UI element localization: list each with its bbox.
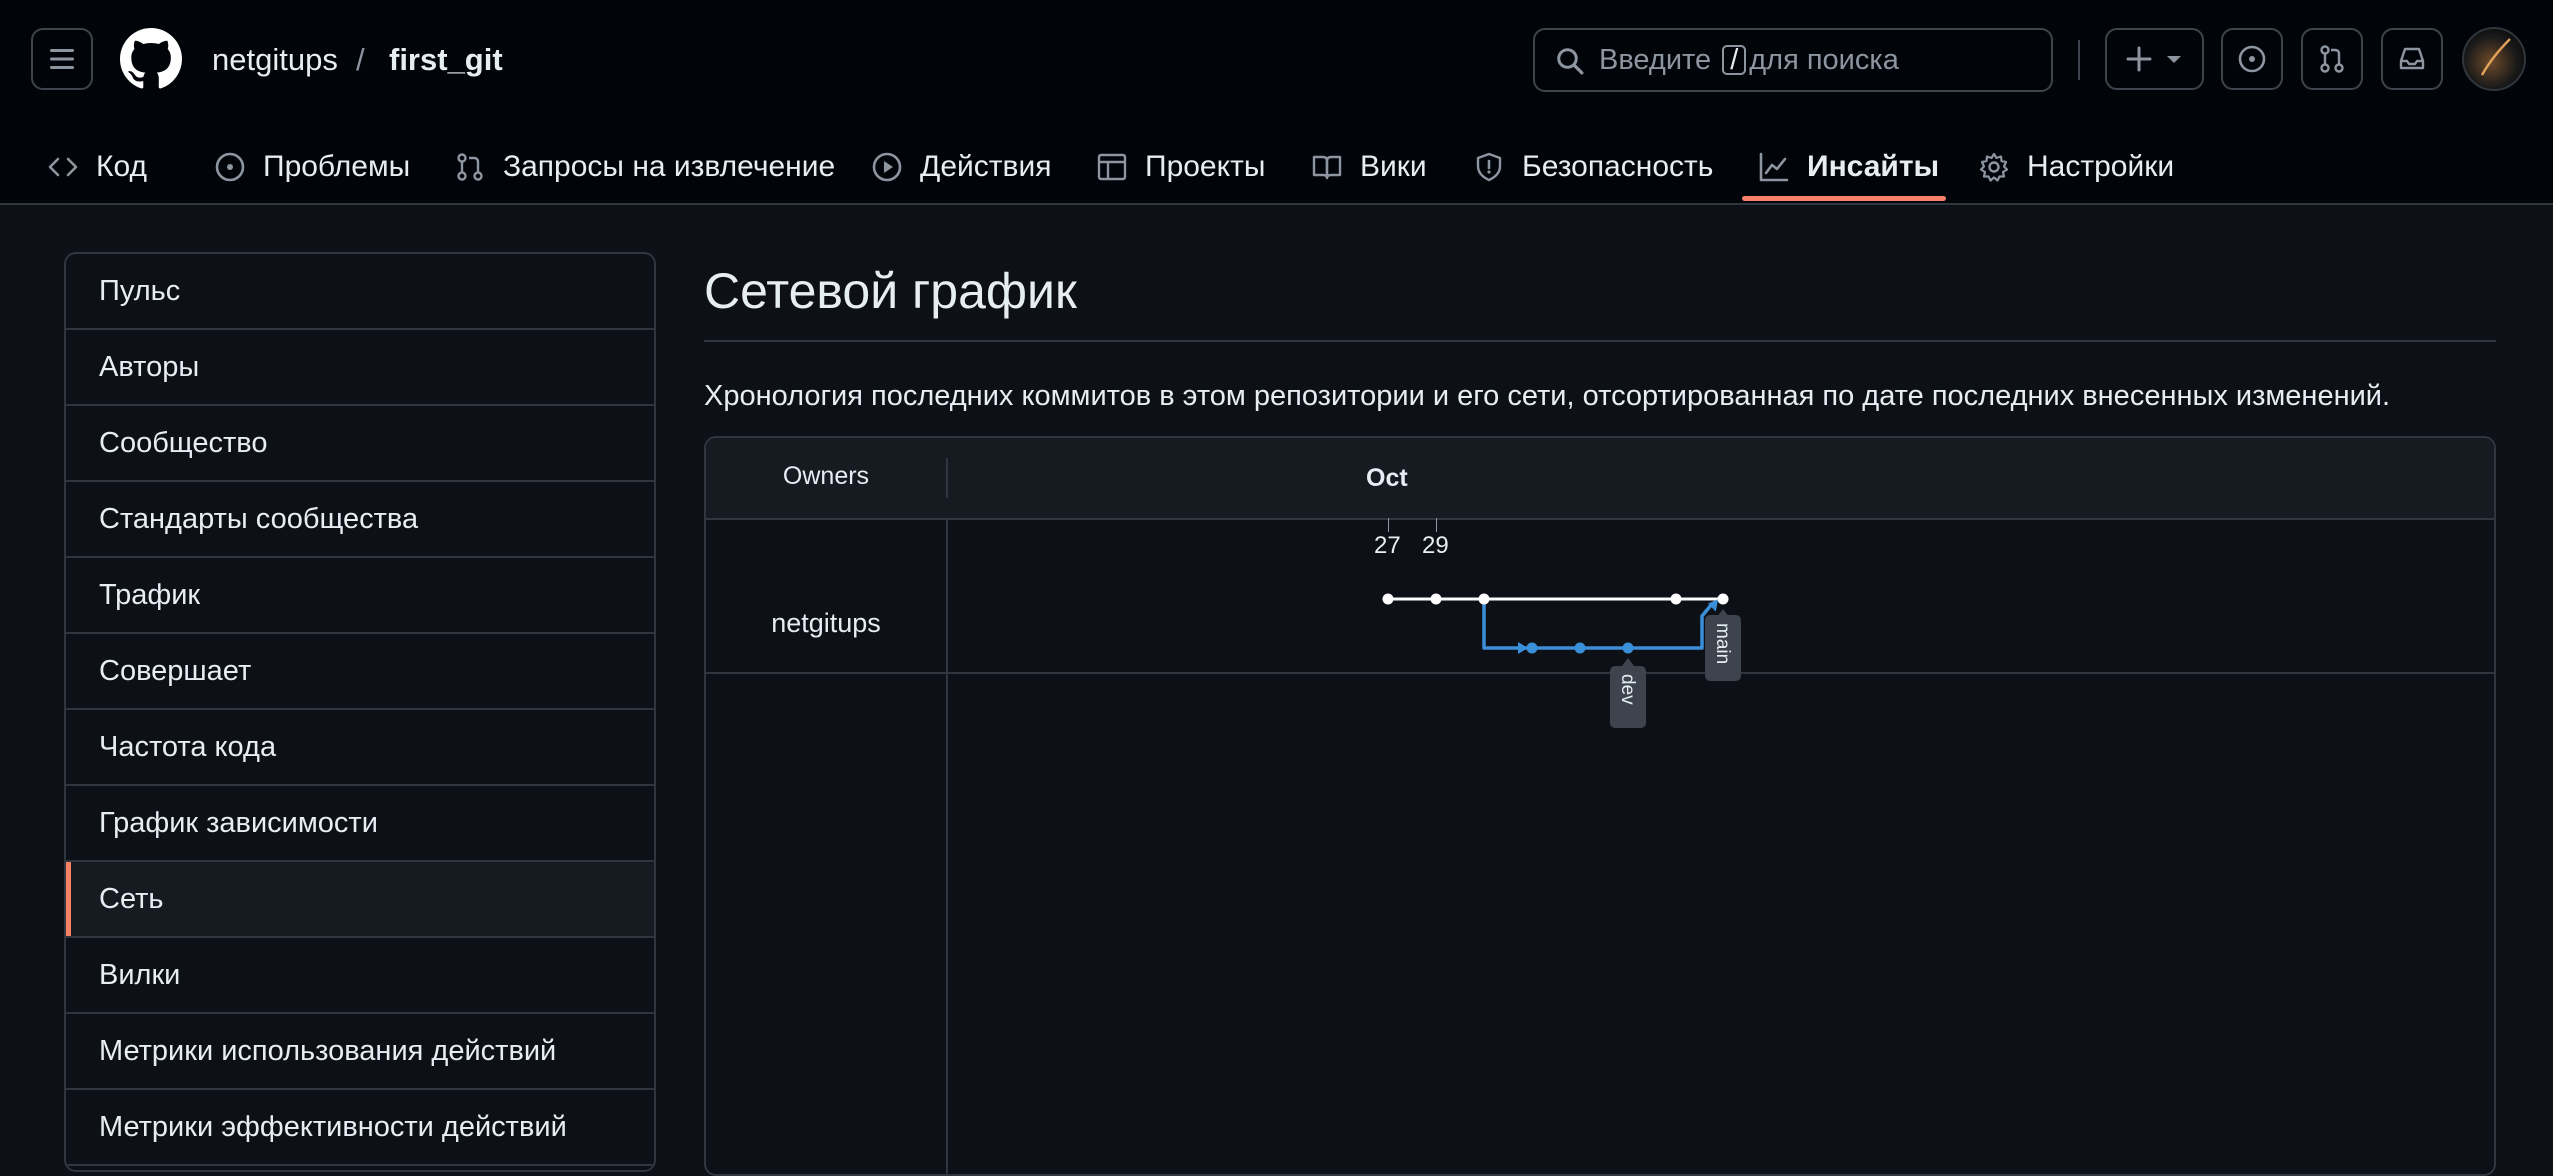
main-commit-dot[interactable] xyxy=(1478,593,1490,605)
main-commit-dot[interactable] xyxy=(1670,593,1682,605)
git-pull-request-icon xyxy=(2320,45,2344,73)
commit-network-drawing: dev main xyxy=(1382,593,1741,728)
code-icon xyxy=(48,157,78,176)
header-divider xyxy=(2078,40,2080,80)
play-icon xyxy=(872,152,902,181)
sidebar-item-dependency-graph[interactable]: График зависимости xyxy=(66,786,654,862)
repo-tabs: Код Проблемы Запросы на извлечение Дейст… xyxy=(0,130,2553,203)
issue-opened-icon xyxy=(2238,45,2266,73)
dev-commit-dot[interactable] xyxy=(1526,642,1538,654)
avatar[interactable] xyxy=(2462,27,2526,91)
tab-code-label: Код xyxy=(96,149,148,183)
title-divider xyxy=(704,340,2496,342)
main-commit-dot[interactable] xyxy=(1430,593,1442,605)
search-shortcut-key: / xyxy=(1722,45,1747,75)
search-placeholder-suffix: для поиска xyxy=(1749,44,1899,76)
tab-actions[interactable]: Действия xyxy=(871,130,1051,203)
sidebar-item-community[interactable]: Сообщество xyxy=(66,406,654,482)
tab-pull-requests-label: Запросы на извлечение xyxy=(503,149,836,183)
pull-requests-button[interactable] xyxy=(2301,28,2363,90)
sidebar-item-community-standards[interactable]: Стандарты сообщества xyxy=(66,482,654,558)
main-branch-label-text: main xyxy=(1712,623,1733,664)
create-new-button[interactable] xyxy=(2105,28,2204,90)
tab-projects-label: Проекты xyxy=(1145,149,1266,183)
dev-commit-dot[interactable] xyxy=(1622,642,1634,654)
issue-opened-icon xyxy=(215,152,245,181)
sidebar-item-pulse[interactable]: Пульс xyxy=(66,254,654,330)
sidebar-item-actions-performance-metrics[interactable]: Метрики эффективности действий xyxy=(66,1090,654,1166)
tab-projects[interactable]: Проекты xyxy=(1096,130,1265,203)
tab-settings[interactable]: Настройки xyxy=(1978,130,2174,203)
table-icon xyxy=(1097,153,1127,180)
github-logo-icon[interactable] xyxy=(120,28,182,90)
network-graph[interactable]: Owners Oct 27 29 netgitups dev main xyxy=(704,436,2496,1176)
active-tab-indicator xyxy=(1742,196,1946,201)
inbox-icon xyxy=(2399,47,2425,70)
sidebar-item-traffic[interactable]: Трафик xyxy=(66,558,654,634)
git-pull-request-icon xyxy=(457,152,483,181)
tab-issues-label: Проблемы xyxy=(263,149,411,183)
avatar-image xyxy=(2480,38,2511,76)
shield-icon xyxy=(1476,152,1502,181)
search-icon xyxy=(1557,48,1584,75)
breadcrumb-separator: / xyxy=(356,42,365,77)
breadcrumb-owner[interactable]: netgitups xyxy=(212,38,338,82)
tab-insights[interactable]: Инсайты xyxy=(1758,130,1939,203)
tab-settings-label: Настройки xyxy=(2027,149,2175,183)
dev-branch-line xyxy=(1482,599,1714,650)
triangle-down-icon xyxy=(2166,56,2181,63)
hamburger-menu-button[interactable] xyxy=(31,28,93,90)
tab-actions-label: Действия xyxy=(920,149,1052,183)
book-icon xyxy=(1312,155,1342,179)
sidebar-item-forks[interactable]: Вилки xyxy=(66,938,654,1014)
tab-security-label: Безопасность xyxy=(1522,149,1714,183)
tab-code[interactable]: Код xyxy=(47,130,147,203)
main-branch-label: main xyxy=(1705,609,1741,681)
sidebar-item-contributors[interactable]: Авторы xyxy=(66,330,654,406)
main-commit-dot[interactable] xyxy=(1717,593,1729,605)
search-input[interactable]: Введите / для поиска xyxy=(1533,28,2053,92)
breadcrumb-repo[interactable]: first_git xyxy=(389,38,503,82)
page-title: Сетевой график xyxy=(704,263,1077,319)
tab-pull-requests[interactable]: Запросы на извлечение xyxy=(454,130,835,203)
search-placeholder: Введите / для поиска xyxy=(1599,44,1899,77)
tab-issues[interactable]: Проблемы xyxy=(214,130,410,203)
page-description: Хронология последних коммитов в этом реп… xyxy=(704,380,2391,412)
gear-icon xyxy=(1979,152,2009,182)
sidebar-item-commits[interactable]: Совершает xyxy=(66,634,654,710)
inbox-button[interactable] xyxy=(2381,28,2443,90)
hamburger-icon xyxy=(50,49,74,69)
plus-icon xyxy=(2126,46,2151,72)
dev-commit-dot[interactable] xyxy=(1574,642,1586,654)
issues-button[interactable] xyxy=(2221,28,2283,90)
tab-wiki[interactable]: Вики xyxy=(1311,130,1427,203)
graph-icon xyxy=(1759,152,1789,181)
dev-branch-label: dev xyxy=(1610,658,1646,728)
tab-wiki-label: Вики xyxy=(1360,149,1427,183)
dev-branch-label-text: dev xyxy=(1617,674,1638,705)
tab-insights-label: Инсайты xyxy=(1807,149,1940,183)
sidebar-item-network[interactable]: Сеть xyxy=(66,862,654,938)
sidebar-item-actions-usage-metrics[interactable]: Метрики использования действий xyxy=(66,1014,654,1090)
main-commit-dot[interactable] xyxy=(1382,593,1394,605)
insights-sidebar: Пульс Авторы Сообщество Стандарты сообще… xyxy=(64,252,656,1172)
search-placeholder-prefix: Введите xyxy=(1599,44,1712,76)
tab-security[interactable]: Безопасность xyxy=(1473,130,1713,203)
sidebar-item-code-frequency[interactable]: Частота кода xyxy=(66,710,654,786)
